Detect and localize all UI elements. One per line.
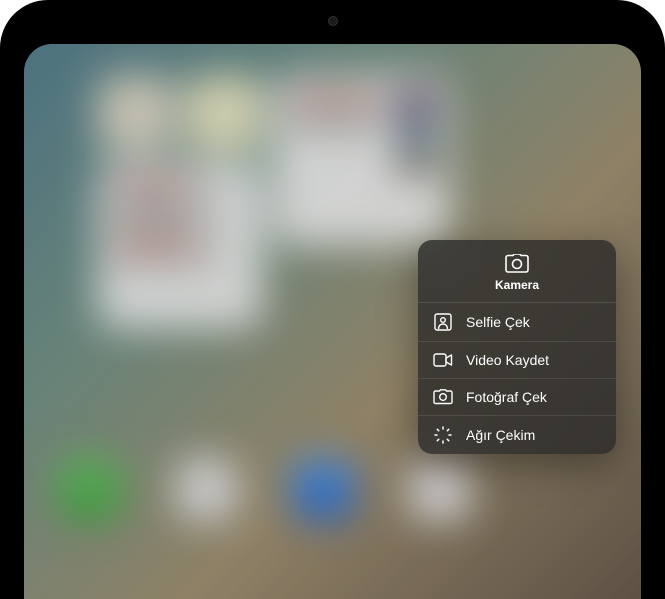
photo-icon bbox=[432, 389, 454, 405]
device-camera-sensor bbox=[328, 16, 338, 26]
home-screen: Kamera Selfie Çek bbox=[24, 44, 641, 599]
menu-item-label: Fotoğraf Çek bbox=[466, 389, 547, 405]
device-frame: Kamera Selfie Çek bbox=[0, 0, 665, 599]
camera-icon bbox=[418, 254, 616, 274]
menu-item-video[interactable]: Video Kaydet bbox=[418, 342, 616, 379]
menu-item-selfie[interactable]: Selfie Çek bbox=[418, 303, 616, 342]
menu-item-label: Video Kaydet bbox=[466, 352, 549, 368]
menu-item-photo[interactable]: Fotoğraf Çek bbox=[418, 379, 616, 416]
menu-header[interactable]: Kamera bbox=[418, 240, 616, 303]
slowmo-icon bbox=[432, 426, 454, 444]
selfie-icon bbox=[432, 313, 454, 331]
menu-item-label: Ağır Çekim bbox=[466, 427, 535, 443]
menu-title: Kamera bbox=[418, 278, 616, 292]
menu-item-slowmo[interactable]: Ağır Çekim bbox=[418, 416, 616, 454]
camera-context-menu: Kamera Selfie Çek bbox=[418, 240, 616, 454]
video-icon bbox=[432, 353, 454, 367]
menu-item-label: Selfie Çek bbox=[466, 314, 530, 330]
